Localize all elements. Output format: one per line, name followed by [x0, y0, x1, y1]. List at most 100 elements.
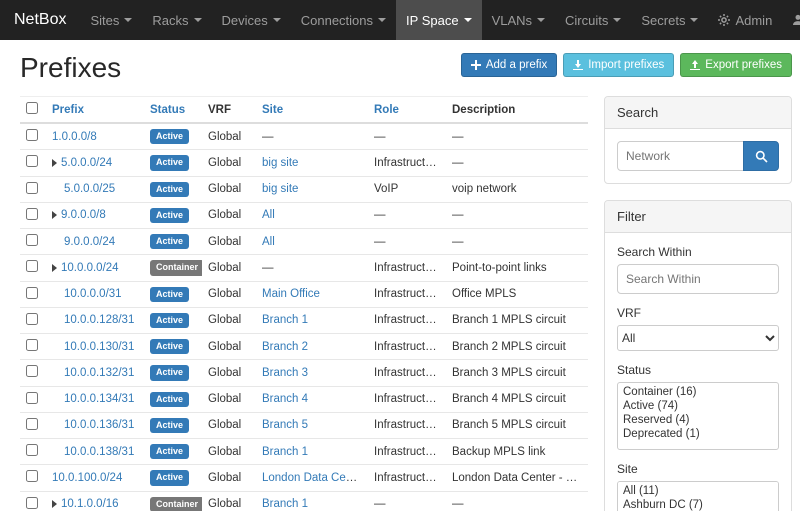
prefix-link[interactable]: 10.0.0.130/31 [64, 341, 134, 353]
vrf-value: Global [202, 202, 256, 228]
row-checkbox[interactable] [26, 182, 38, 194]
prefix-link[interactable]: 9.0.0.0/24 [64, 236, 115, 248]
row-checkbox[interactable] [26, 339, 38, 351]
search-within-input[interactable] [617, 264, 779, 294]
status-badge: Active [150, 155, 189, 170]
vrf-value: Global [202, 123, 256, 150]
select-all-checkbox[interactable] [26, 102, 38, 114]
prefix-link[interactable]: 9.0.0.0/8 [61, 209, 106, 221]
chevron-down-icon [273, 18, 281, 22]
site-link[interactable]: Branch 4 [262, 393, 308, 405]
site-link[interactable]: Branch 1 [262, 498, 308, 510]
select-option[interactable]: Deprecated (1) [620, 427, 776, 441]
row-checkbox[interactable] [26, 155, 38, 167]
row-checkbox[interactable] [26, 365, 38, 377]
nav-item-vlans[interactable]: VLANs [482, 0, 555, 40]
nav-item-admin[interactable]: Admin [708, 0, 782, 40]
select-option[interactable]: Ashburn DC (7) [620, 498, 776, 511]
prefix-link[interactable]: 10.1.0.0/16 [61, 498, 119, 510]
expand-arrow-icon[interactable] [52, 264, 57, 272]
site-link[interactable]: big site [262, 183, 298, 195]
table-row: 10.0.0.134/31ActiveGlobalBranch 4Infrast… [20, 386, 588, 412]
column-header-prefix[interactable]: Prefix [46, 97, 144, 124]
site-link[interactable]: Branch 1 [262, 314, 308, 326]
prefix-link[interactable]: 10.0.0.128/31 [64, 314, 134, 326]
prefix-link[interactable]: 5.0.0.0/24 [61, 157, 112, 169]
site-link[interactable]: big site [262, 157, 298, 169]
select-option[interactable]: Container (16) [620, 385, 776, 399]
vrf-value: Global [202, 360, 256, 386]
nav-item-racks[interactable]: Racks [142, 0, 211, 40]
nav-item-label: Sites [90, 13, 119, 28]
status-select[interactable]: Container (16)Active (74)Reserved (4)Dep… [617, 382, 779, 450]
vrf-select[interactable]: All [617, 325, 779, 351]
column-header-status[interactable]: Status [144, 97, 202, 124]
prefix-link[interactable]: 10.0.0.134/31 [64, 393, 134, 405]
prefix-link[interactable]: 1.0.0.0/8 [52, 131, 97, 143]
user-icon [792, 14, 800, 26]
table-row: 10.0.0.0/24ContainerGlobal—Infrastructur… [20, 255, 588, 281]
nav-item-sites[interactable]: Sites [80, 0, 142, 40]
site-cell: All [256, 202, 368, 228]
nav-item-connections[interactable]: Connections [291, 0, 396, 40]
search-input[interactable] [617, 141, 744, 171]
gear-icon [718, 14, 730, 26]
row-checkbox[interactable] [26, 470, 38, 482]
role-value: Infrastructure [368, 360, 446, 386]
select-option[interactable]: Active (74) [620, 399, 776, 413]
site-link[interactable]: Branch 3 [262, 367, 308, 379]
role-value: — [368, 202, 446, 228]
prefix-link[interactable]: 10.0.0.132/31 [64, 367, 134, 379]
nav-item-circuits[interactable]: Circuits [555, 0, 631, 40]
role-value: Infrastructure [368, 281, 446, 307]
description-value: Branch 2 MPLS circuit [446, 334, 588, 360]
site-link[interactable]: Branch 2 [262, 341, 308, 353]
site-link[interactable]: Branch 5 [262, 419, 308, 431]
select-option[interactable]: All (11) [620, 484, 776, 498]
column-header-site[interactable]: Site [256, 97, 368, 124]
expand-arrow-icon[interactable] [52, 159, 57, 167]
row-checkbox[interactable] [26, 444, 38, 456]
prefix-link[interactable]: 10.0.0.136/31 [64, 419, 134, 431]
description-value: — [446, 491, 588, 511]
row-checkbox[interactable] [26, 392, 38, 404]
site-link[interactable]: All [262, 236, 275, 248]
nav-item-devices[interactable]: Devices [212, 0, 291, 40]
prefix-link[interactable]: 10.0.0.0/31 [64, 288, 122, 300]
site-link[interactable]: Branch 1 [262, 446, 308, 458]
nav-item-profile[interactable]: Profile [782, 0, 800, 40]
row-checkbox[interactable] [26, 129, 38, 141]
prefix-link[interactable]: 5.0.0.0/25 [64, 183, 115, 195]
site-link[interactable]: Main Office [262, 288, 320, 300]
status-badge: Active [150, 129, 189, 144]
row-checkbox[interactable] [26, 497, 38, 509]
row-checkbox[interactable] [26, 287, 38, 299]
expand-arrow-icon[interactable] [52, 211, 57, 219]
nav-item-ip-space[interactable]: IP Space [396, 0, 482, 40]
role-value: Infrastructure [368, 307, 446, 333]
site-label: Site [617, 462, 779, 476]
row-checkbox[interactable] [26, 260, 38, 272]
search-button[interactable] [743, 141, 779, 171]
select-option[interactable]: Reserved (4) [620, 413, 776, 427]
add-a-prefix-button[interactable]: Add a prefix [461, 53, 557, 77]
prefix-link[interactable]: 10.0.0.138/31 [64, 446, 134, 458]
import-prefixes-button[interactable]: Import prefixes [563, 53, 674, 77]
site-select[interactable]: All (11)Ashburn DC (7)big site (2)Branch… [617, 481, 779, 511]
row-checkbox[interactable] [26, 313, 38, 325]
column-header-role[interactable]: Role [368, 97, 446, 124]
row-checkbox[interactable] [26, 418, 38, 430]
prefix-link[interactable]: 10.0.100.0/24 [52, 472, 122, 484]
row-checkbox[interactable] [26, 208, 38, 220]
nav-item-secrets[interactable]: Secrets [631, 0, 708, 40]
row-checkbox[interactable] [26, 234, 38, 246]
brand-logo[interactable]: NetBox [0, 0, 80, 40]
export-prefixes-button[interactable]: Export prefixes [680, 53, 792, 77]
site-link[interactable]: All [262, 209, 275, 221]
site-cell: Branch 3 [256, 360, 368, 386]
site-cell: Branch 4 [256, 386, 368, 412]
expand-arrow-icon[interactable] [52, 500, 57, 508]
site-link[interactable]: London Data Center [262, 472, 366, 484]
prefix-link[interactable]: 10.0.0.0/24 [61, 262, 119, 274]
description-value: — [446, 123, 588, 150]
